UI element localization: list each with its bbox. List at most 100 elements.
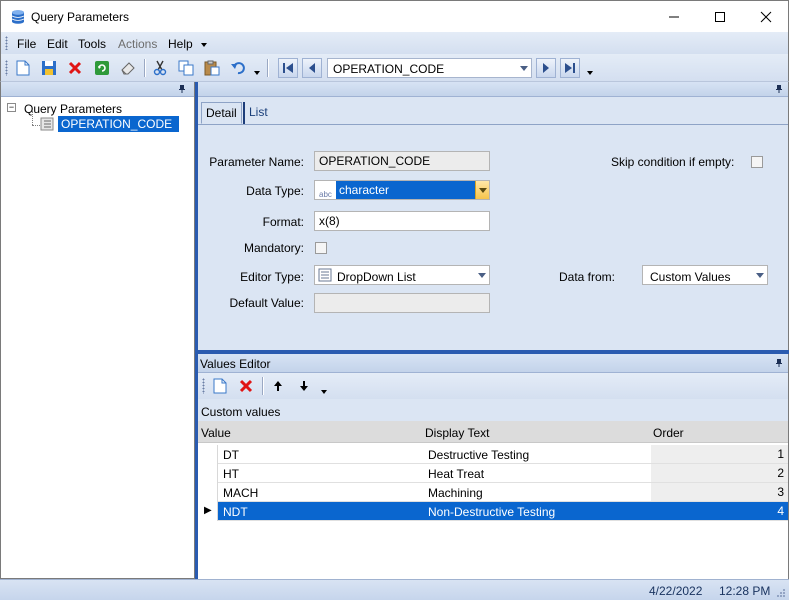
- clear-button[interactable]: [118, 59, 138, 77]
- tab-detail[interactable]: Detail: [201, 102, 242, 124]
- toolbar-separator: [144, 59, 145, 77]
- first-record-button[interactable]: [278, 58, 298, 78]
- tree-item-operation-code[interactable]: OPERATION_CODE: [58, 116, 179, 132]
- column-header-display-text[interactable]: Display Text: [425, 426, 489, 440]
- tab-list[interactable]: List: [243, 102, 272, 124]
- first-record-icon: [283, 63, 293, 73]
- mandatory-checkbox[interactable]: [315, 242, 327, 254]
- chevron-down-icon: [756, 272, 764, 278]
- pin-icon[interactable]: [774, 358, 784, 368]
- delete-button[interactable]: [65, 59, 85, 77]
- toolbar-overflow-icon[interactable]: [321, 390, 327, 394]
- menu-edit[interactable]: Edit: [47, 37, 68, 51]
- default-value-field[interactable]: [314, 293, 490, 313]
- data-from-dropdown[interactable]: [753, 266, 767, 284]
- delete-icon: [239, 379, 253, 393]
- cell-value[interactable]: DT: [223, 448, 239, 462]
- pin-icon[interactable]: [177, 84, 187, 94]
- cell-order[interactable]: 2: [651, 464, 788, 482]
- cell-value[interactable]: NDT: [223, 505, 248, 519]
- new-document-icon: [16, 60, 30, 76]
- menu-overflow-icon[interactable]: [201, 43, 207, 47]
- parameter-name-field[interactable]: OPERATION_CODE: [314, 151, 490, 171]
- resize-grip-icon[interactable]: [776, 588, 786, 598]
- save-button[interactable]: [39, 59, 59, 77]
- record-selector-combo[interactable]: OPERATION_CODE: [327, 58, 532, 78]
- tree-collapse-icon[interactable]: −: [7, 103, 16, 112]
- menu-grip[interactable]: [5, 36, 8, 50]
- skip-condition-checkbox[interactable]: [751, 156, 763, 168]
- minimize-icon: [669, 16, 679, 17]
- undo-icon: [231, 62, 245, 75]
- cell-display-text[interactable]: Destructive Testing: [428, 448, 529, 462]
- row-indicator[interactable]: [198, 483, 218, 502]
- pin-icon[interactable]: [774, 84, 784, 94]
- undo-dropdown-icon[interactable]: [254, 71, 260, 75]
- editor-type-select[interactable]: DropDown List: [314, 265, 490, 285]
- editor-type-label: Editor Type:: [240, 270, 304, 284]
- detail-panel: Detail List Parameter Name: OPERATION_CO…: [198, 82, 789, 350]
- new-button[interactable]: [13, 59, 33, 77]
- mandatory-label: Mandatory:: [243, 241, 304, 255]
- delete-value-button[interactable]: [236, 377, 256, 395]
- menu-actions[interactable]: Actions: [118, 37, 157, 51]
- menu-tools[interactable]: Tools: [78, 37, 106, 51]
- parameter-name-label: Parameter Name:: [209, 155, 304, 169]
- add-value-button[interactable]: [210, 377, 230, 395]
- arrow-up-icon: [274, 381, 282, 391]
- undo-button[interactable]: [228, 59, 248, 77]
- table-row[interactable]: MACH Machining 3: [198, 483, 788, 502]
- table-row-selected[interactable]: ▶ NDT Non-Destructive Testing 4: [198, 502, 788, 521]
- record-selector-dropdown[interactable]: [517, 59, 531, 77]
- data-from-select[interactable]: Custom Values: [642, 265, 768, 285]
- move-down-button[interactable]: [294, 377, 314, 395]
- refresh-icon: [95, 61, 109, 75]
- format-field[interactable]: x(8): [314, 211, 490, 231]
- toolbar-grip[interactable]: [5, 60, 8, 76]
- cell-display-text[interactable]: Machining: [428, 486, 483, 500]
- table-row[interactable]: HT Heat Treat 2: [198, 464, 788, 483]
- cell-value[interactable]: HT: [223, 467, 239, 481]
- row-indicator[interactable]: [198, 445, 218, 464]
- cell-display-text[interactable]: Heat Treat: [428, 467, 484, 481]
- cell-value[interactable]: MACH: [223, 486, 258, 500]
- skip-condition-label: Skip condition if empty:: [611, 155, 735, 169]
- data-from-value: Custom Values: [650, 270, 731, 284]
- chevron-down-icon: [478, 272, 486, 278]
- data-type-label: Data Type:: [246, 184, 304, 198]
- cell-order[interactable]: 3: [651, 483, 788, 501]
- toolbar-grip[interactable]: [202, 378, 205, 394]
- values-editor-header: Values Editor: [198, 354, 788, 373]
- cell-order[interactable]: 4: [651, 502, 788, 520]
- column-header-order[interactable]: Order: [653, 426, 684, 440]
- paste-button[interactable]: [202, 59, 222, 77]
- format-label: Format:: [262, 215, 304, 229]
- database-icon: [11, 10, 25, 24]
- menu-bar: File Edit Tools Actions Help: [0, 32, 789, 54]
- row-indicator[interactable]: [198, 464, 218, 483]
- list-icon: [318, 268, 332, 282]
- last-record-button[interactable]: [560, 58, 580, 78]
- copy-button[interactable]: [176, 59, 196, 77]
- refresh-button[interactable]: [92, 59, 112, 77]
- next-record-button[interactable]: [536, 58, 556, 78]
- data-type-dropdown[interactable]: [475, 181, 489, 199]
- minimize-button[interactable]: [651, 1, 697, 32]
- cut-button[interactable]: [150, 59, 170, 77]
- status-time: 12:28 PM: [719, 584, 771, 598]
- maximize-button[interactable]: [697, 1, 743, 32]
- table-row[interactable]: DT Destructive Testing 1: [198, 445, 788, 464]
- editor-type-dropdown[interactable]: [475, 266, 489, 284]
- column-header-value[interactable]: Value: [201, 426, 231, 440]
- menu-help[interactable]: Help: [168, 37, 193, 51]
- toolbar-overflow-icon[interactable]: [587, 71, 593, 75]
- menu-file[interactable]: File: [17, 37, 36, 51]
- record-selector-value: OPERATION_CODE: [333, 62, 445, 76]
- move-up-button[interactable]: [268, 377, 288, 395]
- cell-order[interactable]: 1: [651, 445, 788, 463]
- cell-display-text[interactable]: Non-Destructive Testing: [428, 505, 555, 519]
- previous-record-button[interactable]: [302, 58, 322, 78]
- data-type-select[interactable]: abc character: [314, 180, 490, 200]
- close-button[interactable]: [743, 1, 789, 32]
- row-indicator[interactable]: ▶: [198, 502, 218, 521]
